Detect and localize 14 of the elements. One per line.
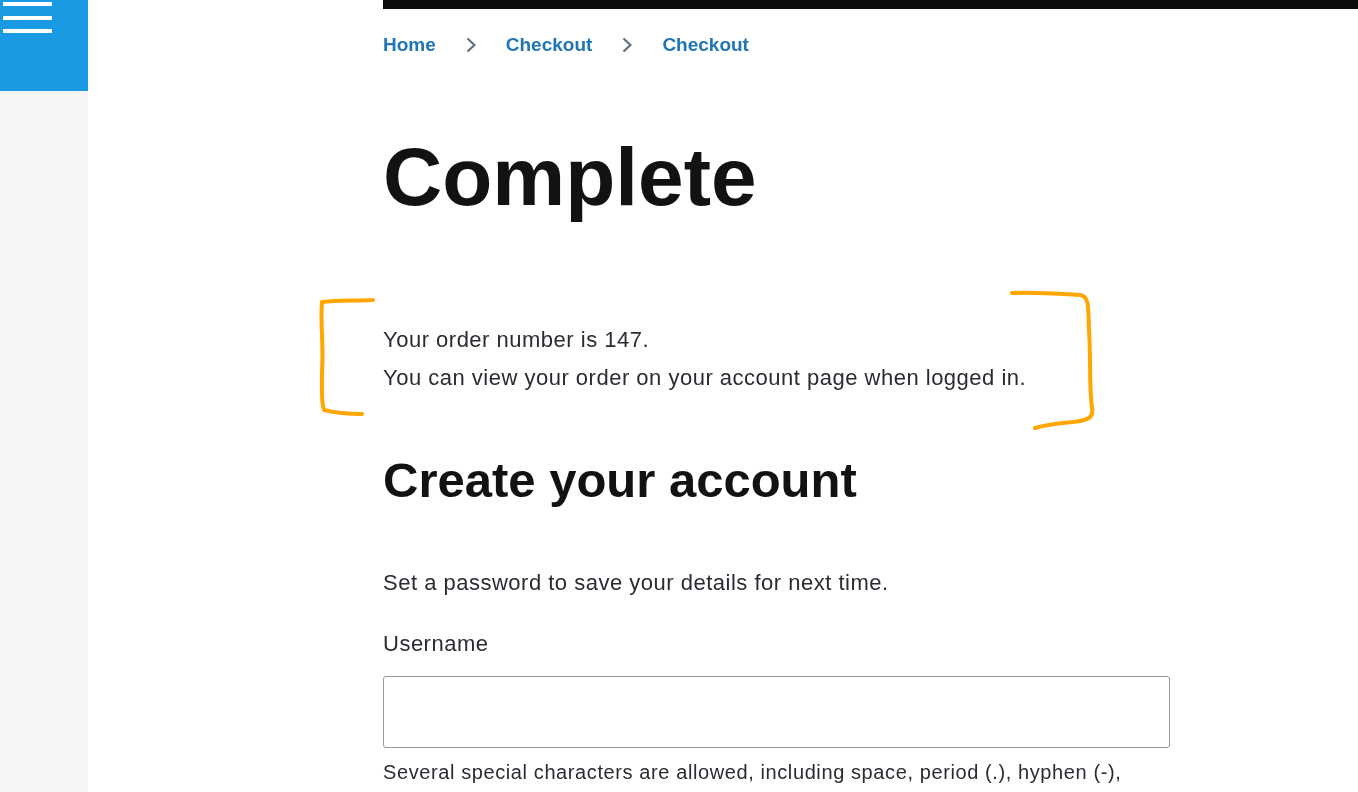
breadcrumb-link[interactable]: Checkout: [662, 35, 749, 55]
section-heading: Create your account: [383, 456, 857, 505]
order-message: You can view your order on your account page when logged in.: [383, 365, 1027, 391]
username-label: Username: [383, 631, 489, 657]
breadcrumb-link[interactable]: Checkout: [505, 35, 593, 55]
username-help-text: Several special characters are allowed, including space, period (.), hyphen (-),: [383, 760, 1122, 784]
username-field[interactable]: [383, 676, 1170, 748]
chevron-right-icon: [622, 37, 633, 53]
menu-icon: [3, 2, 52, 33]
breadcrumb-link[interactable]: Home: [383, 35, 436, 55]
order-message: Your order number is 147.: [383, 327, 650, 353]
intro-text: Set a password to save your details for next time.: [383, 570, 889, 596]
menu-button[interactable]: [0, 0, 88, 91]
chevron-right-icon: [465, 37, 476, 53]
